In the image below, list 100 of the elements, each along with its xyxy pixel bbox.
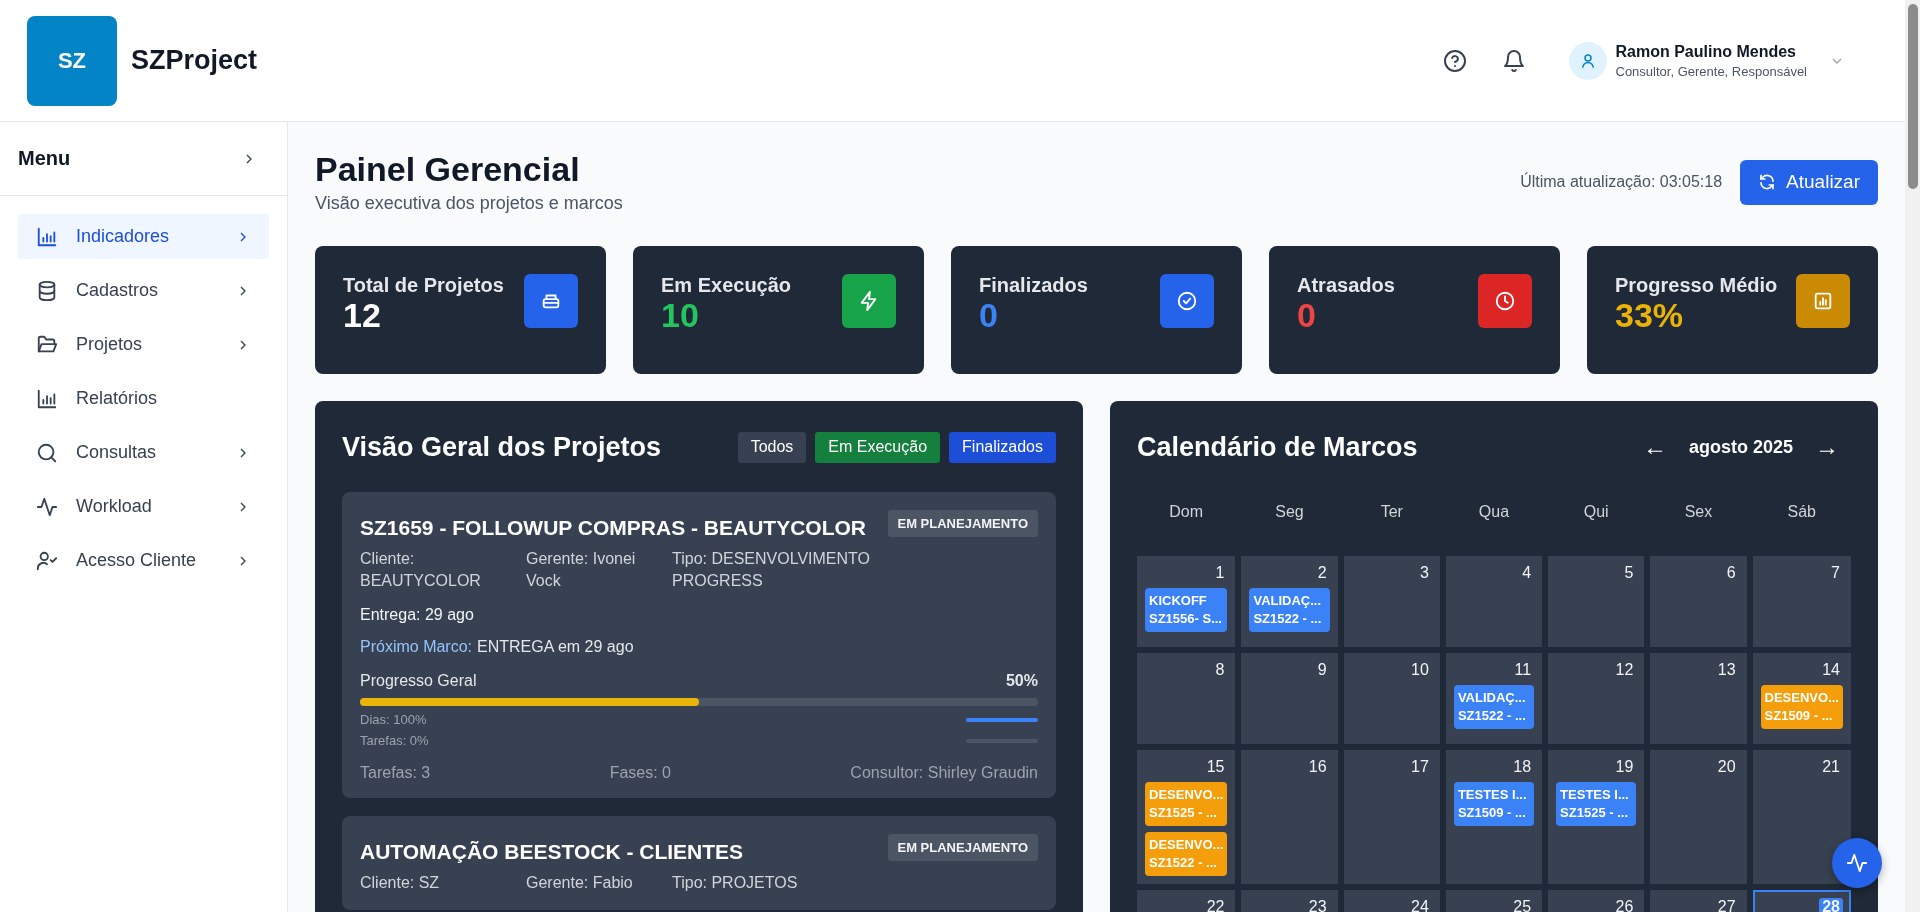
calendar-event[interactable]: VALIDAÇ... SZ1522 - ... (1453, 685, 1535, 729)
calendar-day[interactable]: 10 (1343, 653, 1440, 744)
type-text: Tipo: DESENVOLVIMENTO PROGRESS (672, 549, 871, 591)
day-number: 13 (1716, 661, 1737, 679)
logo: SZ (27, 15, 117, 106)
menu-title: Menu (18, 147, 71, 170)
calendar-day[interactable]: 17 (1343, 750, 1440, 884)
calendar-day[interactable]: 16 (1241, 750, 1338, 884)
calendar-day[interactable]: 11 VALIDAÇ... SZ1522 - ... (1445, 653, 1543, 744)
calendar-day[interactable]: 1 KICKOFF SZ1556- S... (1137, 556, 1236, 647)
calendar-day[interactable]: 20 (1650, 750, 1747, 884)
panel-title: Visão Geral dos Projetos (342, 431, 662, 463)
stat-label: Atrasados (1297, 274, 1396, 297)
filter-button[interactable]: Finalizados (949, 431, 1056, 463)
stat-value: 12 (343, 297, 382, 335)
inbox-icon (524, 274, 578, 328)
client-text: Cliente: BEAUTYCOLOR (360, 549, 482, 591)
clock-icon (1478, 274, 1532, 328)
project-card[interactable]: AUTOMAÇÃO BEESTOCK - CLIENTES EM PLANEJAMENTO Cliente: SZ Gerente: Fabio Tipo: PROJETOS (342, 816, 1056, 910)
calendar-day[interactable]: 19 TESTES I... SZ1525 - ... (1548, 750, 1645, 884)
day-number: 9 (1316, 661, 1328, 679)
project-card[interactable] (342, 492, 1056, 798)
calendar-day[interactable]: 22 (1137, 890, 1236, 912)
calendar-day[interactable]: 23 (1241, 890, 1338, 912)
day-number: 22 (1205, 898, 1226, 912)
page-title: Painel Gerencial (315, 150, 581, 189)
calendar-day[interactable]: 18 TESTES I... SZ1509 - ... (1445, 750, 1543, 884)
status-badge: EM PLANEJAMENTO (887, 834, 1038, 861)
day-number: 11 (1513, 661, 1533, 679)
panel-title: Calendário de Marcos (1137, 431, 1418, 463)
sidebar-item[interactable]: Indicadores (18, 214, 269, 259)
notification-bell-icon[interactable] (1501, 48, 1526, 73)
consultant-text: Consultor: Shirley Graudin (850, 764, 1038, 782)
day-number: 1 (1214, 564, 1226, 582)
calendar-day[interactable]: 4 (1445, 556, 1543, 647)
day-number: 10 (1410, 661, 1430, 679)
calendar-day[interactable]: 7 (1752, 556, 1851, 647)
filter-button[interactable]: Em Execução (815, 431, 941, 463)
project-title: AUTOMAÇÃO BEESTOCK - CLIENTES (360, 839, 744, 864)
day-number: 24 (1410, 898, 1430, 912)
day-number: 23 (1307, 898, 1328, 912)
refresh-icon (1758, 173, 1777, 191)
calendar-event[interactable]: TESTES I... SZ1525 - ... (1556, 782, 1637, 826)
refresh-button[interactable]: Atualizar (1740, 159, 1878, 205)
bar-chart-icon (36, 225, 58, 248)
database-icon (36, 279, 58, 302)
day-number: 26 (1614, 898, 1635, 912)
sidebar-item[interactable]: Acesso Cliente (18, 538, 269, 583)
calendar-day[interactable]: 13 (1650, 653, 1747, 744)
calendar-day[interactable]: 21 (1752, 750, 1851, 884)
day-number: 19 (1614, 758, 1635, 776)
day-number: 4 (1521, 564, 1533, 582)
day-number: 21 (1821, 758, 1841, 776)
calendar-day[interactable]: 12 (1548, 653, 1645, 744)
lightning-icon (842, 274, 896, 328)
calendar-day[interactable]: 3 (1343, 556, 1440, 647)
sidebar-item[interactable]: Cadastros (18, 268, 269, 313)
calendar-day[interactable]: 2 VALIDAÇ... SZ1522 - ... (1241, 556, 1338, 647)
delivery-date: Entrega: 29 ago (360, 606, 475, 624)
calendar-day[interactable]: 8 (1137, 653, 1236, 744)
calendar-day[interactable]: 26 (1548, 890, 1645, 912)
calendar-day[interactable]: 25 (1445, 890, 1543, 912)
manager-text: Gerente: Fabio (526, 873, 634, 893)
filter-button[interactable]: Todos (737, 431, 807, 463)
activity-icon (36, 495, 58, 518)
client-text: Cliente: SZ (360, 873, 441, 893)
calendar-day[interactable]: 24 (1343, 890, 1440, 912)
sidebar-item[interactable]: Projetos (18, 322, 269, 367)
day-number: 7 (1830, 564, 1841, 582)
next-month-button[interactable]: → (1815, 433, 1839, 461)
weekday-label: Ter (1379, 502, 1404, 522)
sidebar-item[interactable]: Workload (18, 484, 269, 529)
search-icon (36, 441, 58, 464)
help-icon[interactable] (1442, 48, 1467, 73)
calendar-event[interactable]: TESTES I... SZ1509 - ... (1453, 782, 1535, 826)
weekday-label: Sáb (1786, 502, 1817, 522)
weekday-label: Qua (1477, 502, 1511, 522)
sidebar-item[interactable]: Consultas (18, 430, 269, 475)
app-name: SZProject (131, 45, 258, 76)
calendar-event[interactable]: VALIDAÇ... SZ1522 - ... (1249, 588, 1330, 632)
manager-text: Gerente: Ivonei Vock (526, 549, 637, 591)
sub-progress-label: Tarefas: 0% (360, 733, 429, 748)
scrollbar[interactable] (1905, 0, 1920, 912)
day-number: 15 (1205, 758, 1226, 776)
bar-chart-icon (36, 387, 58, 410)
stat-label: Finalizados (979, 274, 1089, 297)
calendar-day[interactable]: 14 DESENVO... SZ1509 - ... (1752, 653, 1851, 744)
previous-month-button[interactable]: ← (1642, 433, 1667, 461)
sidebar-item[interactable]: Relatórios (18, 376, 269, 421)
avatar[interactable] (1568, 41, 1607, 80)
stat-label: Progresso Médio (1615, 274, 1779, 297)
calendar-event[interactable]: KICKOFF SZ1556- S... (1145, 588, 1228, 632)
phases-count: Fases: 0 (609, 764, 671, 782)
calendar-day[interactable]: 9 (1241, 653, 1338, 744)
calendar-day[interactable]: 27 (1650, 890, 1747, 912)
day-number: 16 (1307, 758, 1328, 776)
calendar-day[interactable]: 6 (1650, 556, 1747, 647)
sub-progress-label: Dias: 100% (360, 712, 427, 727)
calendar-day[interactable]: 5 (1548, 556, 1645, 647)
day-number: 25 (1512, 898, 1533, 912)
